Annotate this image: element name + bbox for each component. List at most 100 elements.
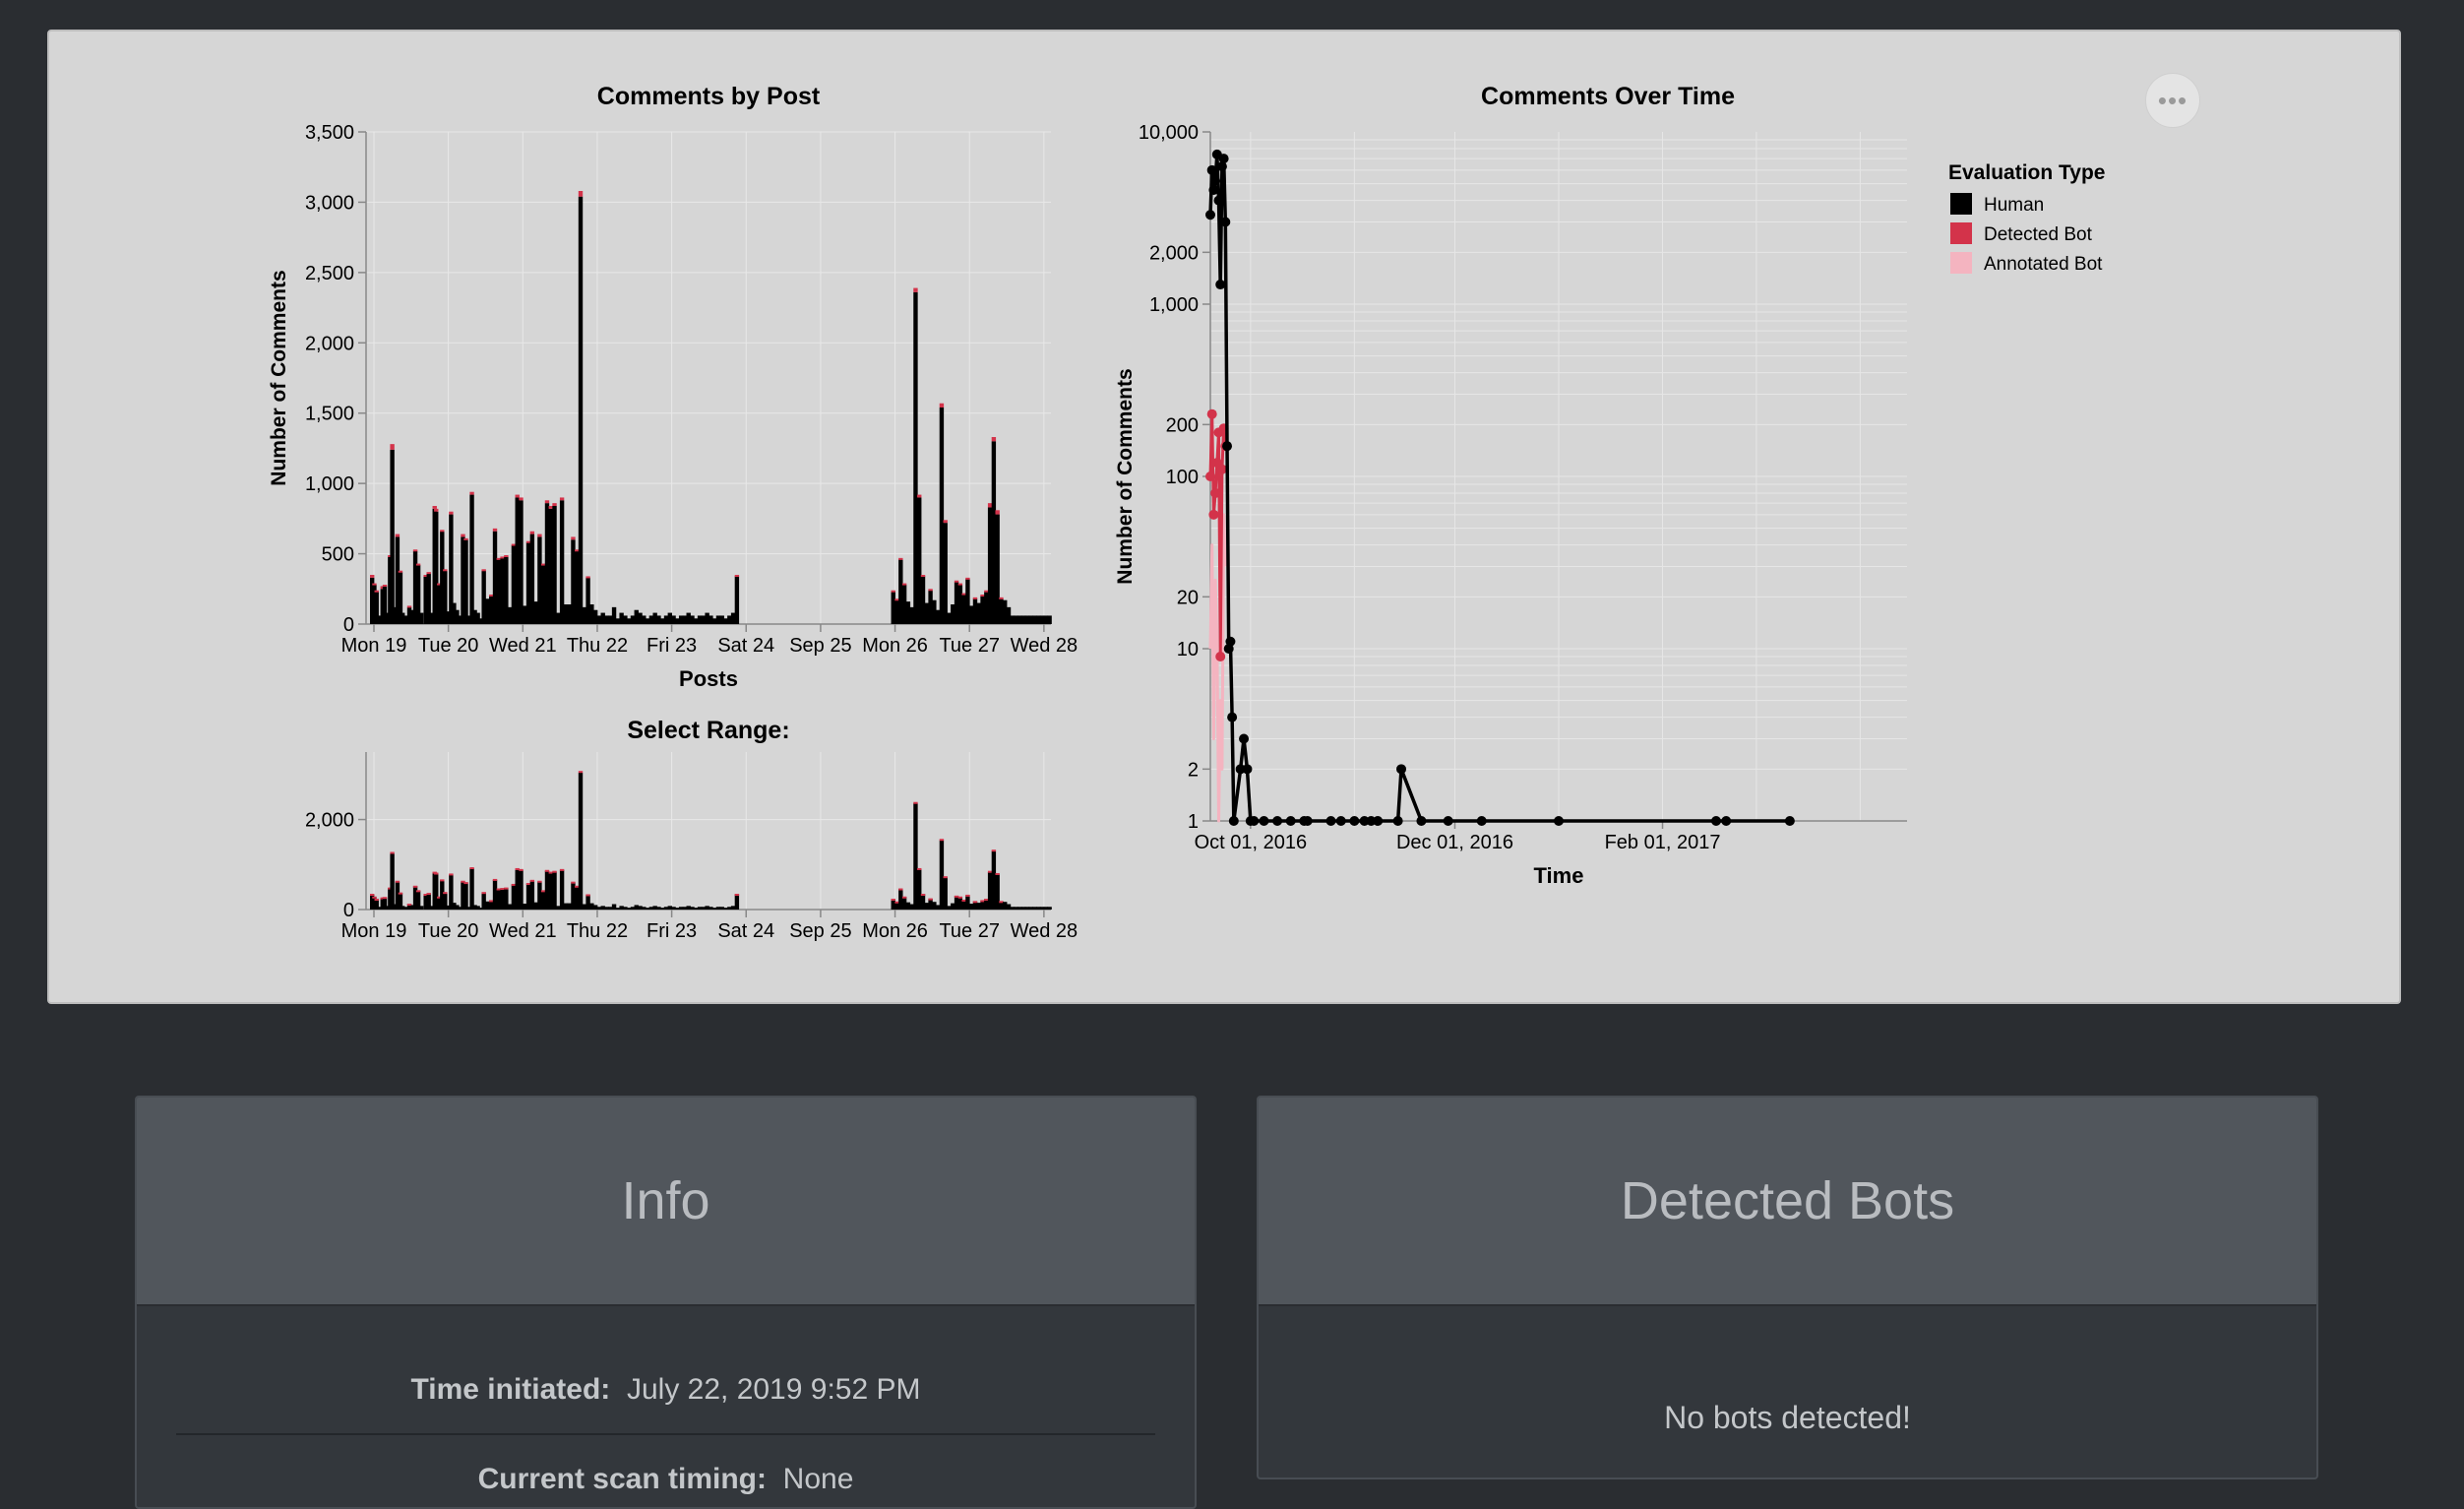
bar-bar xyxy=(582,606,586,624)
bar-bar xyxy=(600,612,605,624)
line-point xyxy=(1259,816,1269,826)
bar-bar xyxy=(663,615,669,624)
bar-bar xyxy=(1043,615,1049,624)
bar-bar xyxy=(686,612,691,624)
line-point xyxy=(1206,164,1217,175)
range-bar xyxy=(901,897,907,910)
range-bar xyxy=(418,906,424,910)
bar-bar xyxy=(469,494,474,624)
bar-bar xyxy=(995,514,1000,624)
bar-bar xyxy=(909,606,914,624)
bar-bar xyxy=(1024,615,1030,624)
bar-bar xyxy=(891,592,895,624)
bar-bar-bot xyxy=(984,590,989,593)
range-bar xyxy=(701,907,707,910)
bar-bar-bot xyxy=(734,575,740,577)
line-point xyxy=(1721,816,1732,826)
more-options-button[interactable]: ••• xyxy=(2145,73,2200,128)
line-chart-title: Comments Over Time xyxy=(1481,83,1735,110)
line-series-annotated-bot xyxy=(1208,513,1227,823)
bar-bar xyxy=(648,615,654,624)
range-bar xyxy=(575,886,580,910)
bar-y-tick-label: 500 xyxy=(322,544,354,566)
range-bar-bot xyxy=(898,888,903,891)
range-bar xyxy=(712,908,717,910)
range-bar xyxy=(533,902,538,910)
range-bar xyxy=(719,907,724,910)
bar-bar xyxy=(957,585,963,624)
bar-bar xyxy=(730,612,736,624)
bar-bar xyxy=(492,531,498,624)
range-bar-bot xyxy=(999,901,1004,904)
range-bar xyxy=(403,907,408,910)
range-bar xyxy=(571,882,576,910)
bar-bar-bot xyxy=(481,569,486,572)
range-bar xyxy=(1043,907,1049,910)
range-bar xyxy=(913,803,918,910)
range-bar xyxy=(481,892,486,910)
range-bar-bot xyxy=(382,897,388,900)
range-bar xyxy=(976,903,981,910)
range-bar xyxy=(492,879,498,910)
bar-bar xyxy=(507,606,513,624)
range-bar xyxy=(951,903,955,910)
line-series-human xyxy=(1208,153,1790,823)
range-bar xyxy=(630,907,636,910)
range-bar-bot xyxy=(372,896,377,899)
range-bar xyxy=(1028,907,1033,910)
bar-x-tick-label: Thu 22 xyxy=(567,635,628,657)
bar-y-tick-label: 2,500 xyxy=(305,263,354,284)
time-initiated-label: Time initiated: xyxy=(410,1373,611,1406)
line-point xyxy=(1239,733,1250,744)
bar-bar xyxy=(932,599,937,624)
bar-bar-bot xyxy=(548,506,553,509)
bar-bar xyxy=(596,615,602,624)
range-bar xyxy=(924,903,929,910)
bar-bar-bot xyxy=(585,576,590,579)
range-bar-bot xyxy=(500,888,505,891)
range-bar xyxy=(563,903,569,910)
bar-bar xyxy=(667,612,672,624)
range-bar xyxy=(638,906,643,910)
bar-bar xyxy=(548,508,553,624)
line-point xyxy=(1272,816,1283,826)
time-initiated-value: July 22, 2019 9:52 PM xyxy=(626,1373,921,1406)
bar-x-tick-label: Sat 24 xyxy=(717,635,774,657)
info-card: Info Time initiated: July 22, 2019 9:52 … xyxy=(135,1096,1197,1509)
bar-bar-bot xyxy=(537,534,542,537)
bar-bar xyxy=(504,556,509,624)
detected-bots-title: Detected Bots xyxy=(1259,1098,2316,1306)
bar-bar-bot xyxy=(406,605,412,608)
range-bar-bot xyxy=(374,899,379,902)
bar-bar xyxy=(489,596,494,624)
bar-bar xyxy=(567,604,572,624)
range-bar-bot xyxy=(544,869,550,872)
range-bar xyxy=(705,906,709,910)
range-bar xyxy=(667,906,672,910)
range-bar xyxy=(734,894,740,910)
range-bar xyxy=(592,905,598,910)
line-point xyxy=(1285,816,1296,826)
bar-bar xyxy=(976,602,981,624)
bar-bar xyxy=(712,618,717,624)
line-point xyxy=(1302,816,1313,826)
range-bar-bot xyxy=(463,882,468,885)
range-bar-bot xyxy=(370,894,375,896)
range-bar-bot xyxy=(496,888,501,891)
bar-bar xyxy=(1014,615,1018,624)
bar-bar xyxy=(965,579,970,624)
range-bar-bot xyxy=(991,849,997,852)
legend-swatch xyxy=(1950,193,1972,215)
range-bar xyxy=(537,881,542,910)
range-bar xyxy=(905,902,911,910)
bar-chart-title: Comments by Post xyxy=(597,83,821,110)
range-bar xyxy=(995,874,1000,910)
line-x-axis-label: Time xyxy=(1534,863,1584,888)
bar-bar xyxy=(481,570,486,624)
range-bar xyxy=(567,903,572,910)
bar-bar xyxy=(537,536,542,624)
bar-bar-bot xyxy=(500,556,505,559)
bar-bar-bot xyxy=(374,590,379,593)
bar-bar xyxy=(615,618,621,624)
scan-timing-value: None xyxy=(782,1463,854,1495)
